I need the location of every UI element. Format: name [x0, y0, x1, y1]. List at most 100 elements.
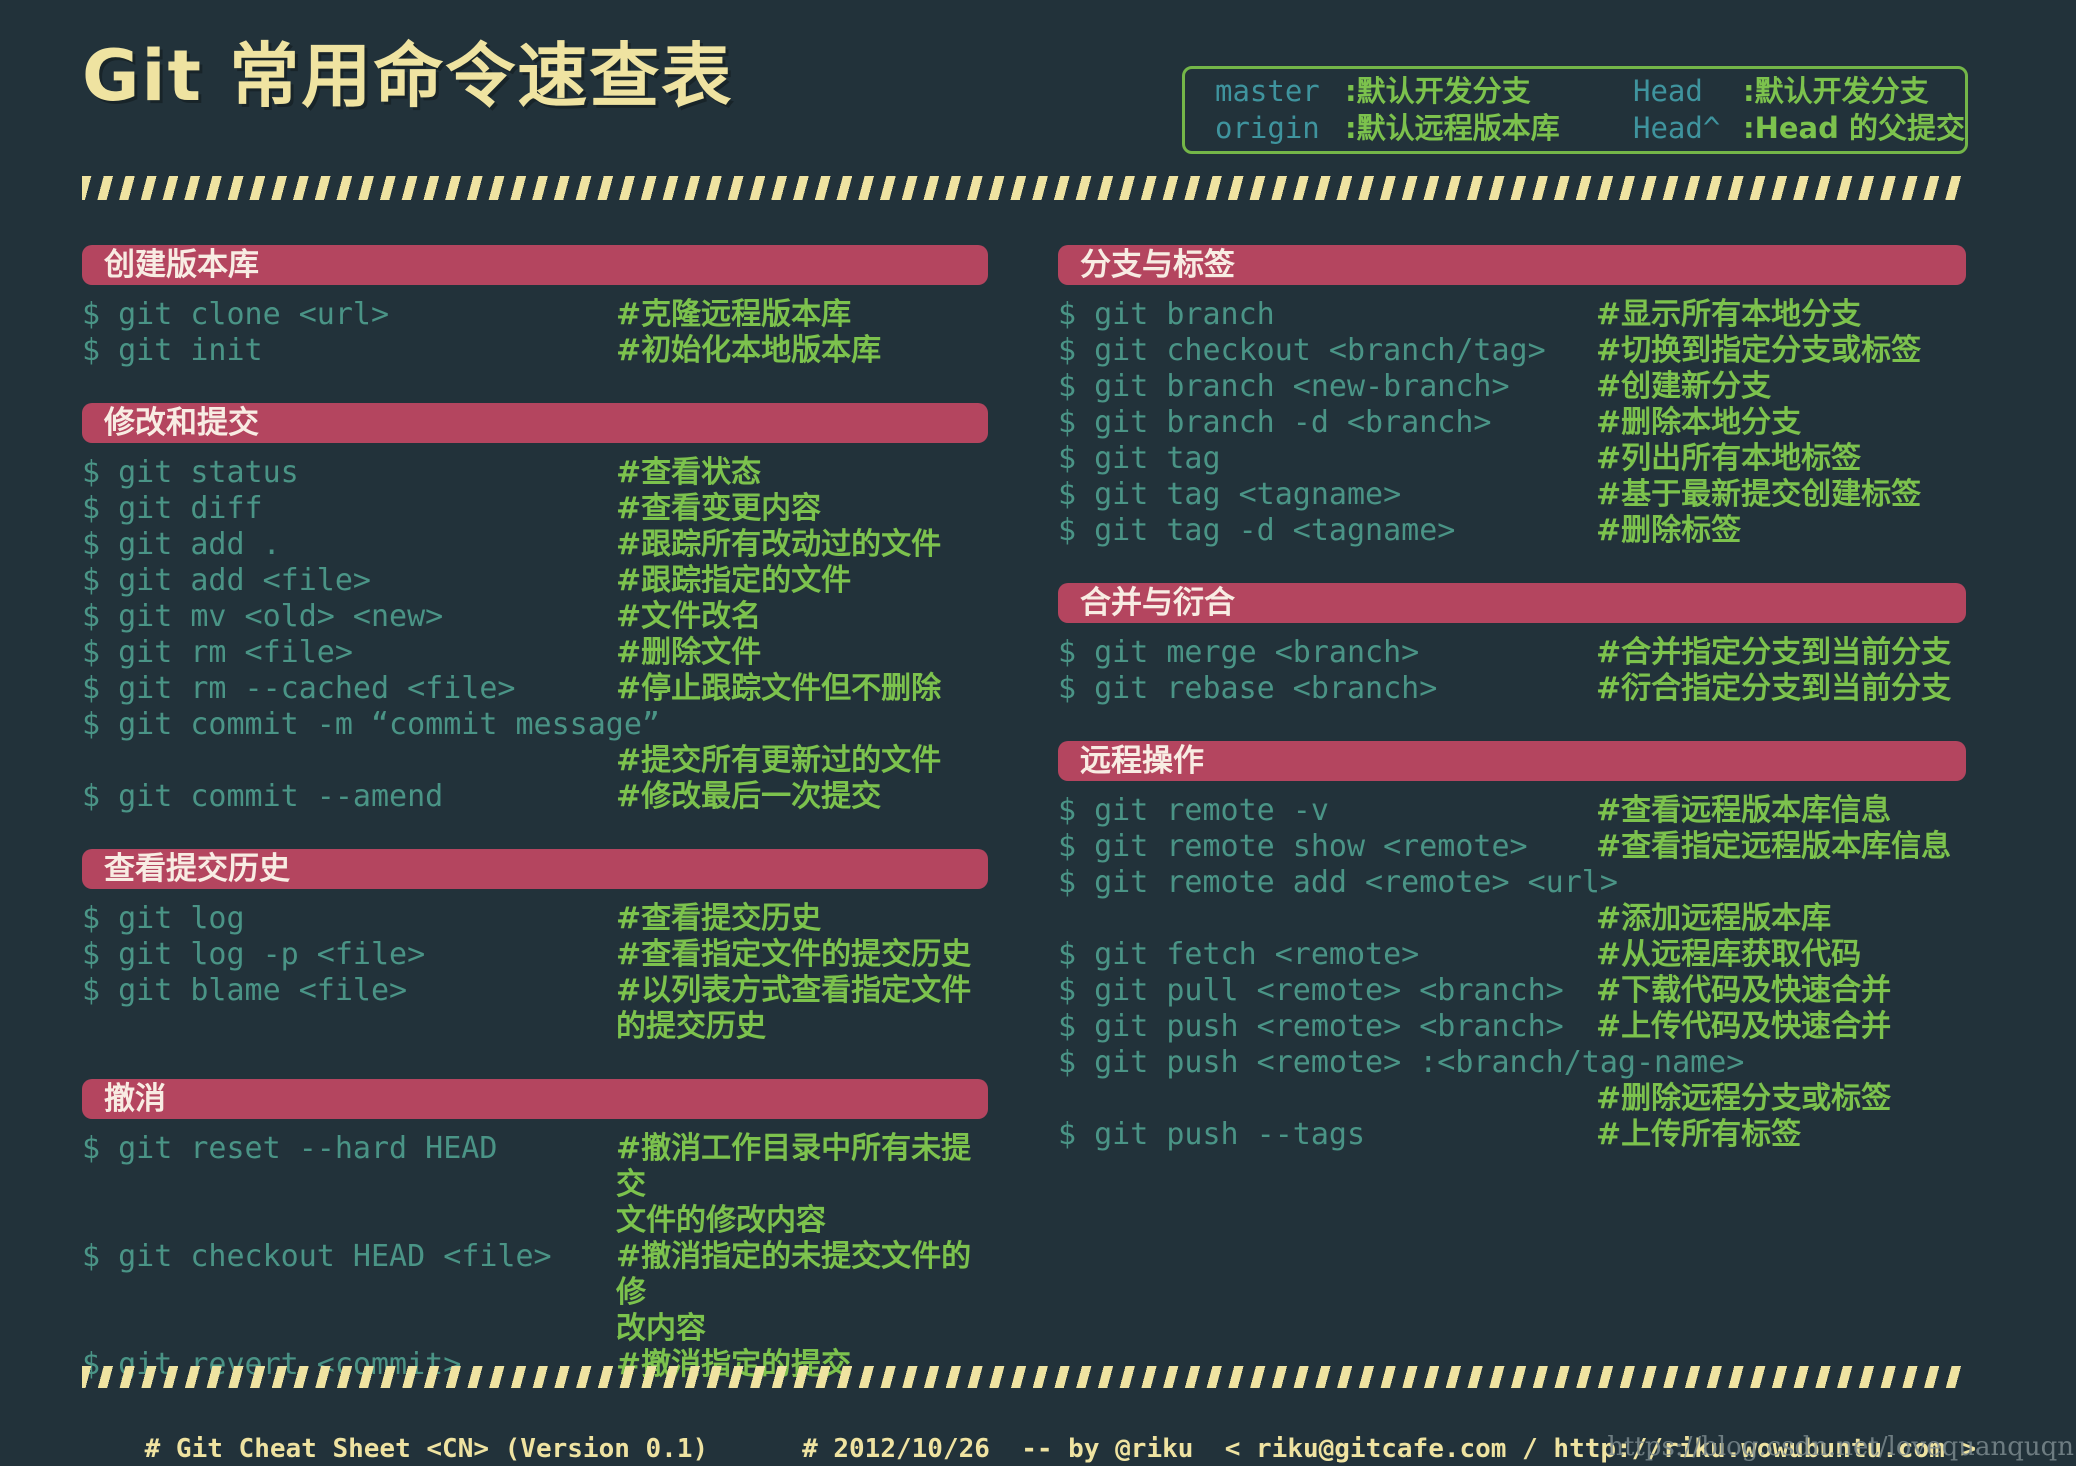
- legend-desc-master: :默认开发分支: [1345, 74, 1531, 108]
- section-create-repo: 创建版本库 $ git clone <url> #克隆远程版本库 $ git init…: [82, 245, 988, 369]
- command-text: $ git commit -m “commit message”: [82, 707, 660, 742]
- comment-text: #删除文件: [616, 635, 762, 670]
- section-remote: 远程操作 $ git remote -v #查看远程版本库信息 $ git remot…: [1058, 741, 1966, 1153]
- section-header-modify-commit: 修改和提交: [82, 403, 988, 443]
- command-text: $ git checkout <branch/tag>: [1058, 333, 1546, 368]
- comment-text: #提交所有更新过的文件: [616, 743, 942, 778]
- legend-desc-origin: :默认远程版本库: [1345, 111, 1560, 145]
- comment-text: #查看指定远程版本库信息: [1596, 829, 1952, 864]
- command-text: $ git branch: [1058, 297, 1275, 332]
- comment-text: #下载代码及快速合并: [1596, 973, 1892, 1008]
- comment-text: #初始化本地版本库: [616, 333, 882, 368]
- stripe-divider-bottom: [82, 1366, 1966, 1388]
- column-left: 创建版本库 $ git clone <url> #克隆远程版本库 $ git init…: [82, 245, 988, 1417]
- command-row: $ git branch #显示所有本地分支: [1058, 297, 1966, 333]
- command-row: $ git blame <file> #以列表方式查看指定文件 的提交历史: [82, 973, 988, 1045]
- command-row: $ git tag -d <tagname> #删除标签: [1058, 513, 1966, 549]
- section-title: 修改和提交: [104, 405, 259, 441]
- section-title: 查看提交历史: [104, 851, 290, 887]
- command-text: $ git fetch <remote>: [1058, 937, 1420, 972]
- section-body: $ git remote -v #查看远程版本库信息 $ git remote sh…: [1058, 793, 1966, 1153]
- command-text: $ git add .: [82, 527, 281, 562]
- command-text: $ git rebase <branch>: [1058, 671, 1438, 706]
- comment-text: #切换到指定分支或标签: [1596, 333, 1922, 368]
- command-row: $ git tag #列出所有本地标签: [1058, 441, 1966, 477]
- command-text: $ git push --tags: [1058, 1117, 1366, 1152]
- command-row: $ git init #初始化本地版本库: [82, 333, 988, 369]
- legend-row: origin :默认远程版本库 Head^ :Head 的父提交: [1215, 110, 1965, 147]
- command-row: $ git tag <tagname> #基于最新提交创建标签: [1058, 477, 1966, 513]
- command-row: $ git add <file> #跟踪指定的文件: [82, 563, 988, 599]
- legend-term-head: Head: [1633, 74, 1703, 108]
- comment-text: #从远程库获取代码: [1596, 937, 1862, 972]
- legend-row: master :默认开发分支 Head :默认开发分支: [1215, 73, 1955, 110]
- command-text: $ git remote show <remote>: [1058, 829, 1528, 864]
- command-text: $ git reset --hard HEAD: [82, 1131, 498, 1166]
- comment-text: #查看变更内容: [616, 491, 822, 526]
- command-text: $ git merge <branch>: [1058, 635, 1420, 670]
- comment-text: #上传所有标签: [1596, 1117, 1802, 1152]
- comment-text: #修改最后一次提交: [616, 779, 882, 814]
- command-text: $ git tag: [1058, 441, 1221, 476]
- command-text: $ git init: [82, 333, 263, 368]
- comment-text: #删除标签: [1596, 513, 1742, 548]
- comment-text: #删除本地分支: [1596, 405, 1802, 440]
- section-undo: 撤消 $ git reset --hard HEAD #撤消工作目录中所有未提交 文…: [82, 1079, 988, 1383]
- command-row: $ git commit --amend #修改最后一次提交: [82, 779, 988, 815]
- git-cheatsheet-page: Git 常用命令速查表 master :默认开发分支 Head :默认开发分支 …: [0, 0, 2076, 1466]
- command-row: $ git remote show <remote> #查看指定远程版本库信息: [1058, 829, 1966, 865]
- command-text: $ git remote add <remote> <url>: [1058, 865, 1618, 900]
- command-text: $ git tag <tagname>: [1058, 477, 1402, 512]
- command-row: $ git mv <old> <new> #文件改名: [82, 599, 988, 635]
- section-header-merge-rebase: 合并与衍合: [1058, 583, 1966, 623]
- command-text: $ git checkout HEAD <file>: [82, 1239, 552, 1274]
- section-view-history: 查看提交历史 $ git log #查看提交历史 $ git log -p <file…: [82, 849, 988, 1045]
- section-header-create-repo: 创建版本库: [82, 245, 988, 285]
- comment-text: #合并指定分支到当前分支: [1596, 635, 1952, 670]
- comment-text: #跟踪所有改动过的文件: [616, 527, 942, 562]
- comment-text: #跟踪指定的文件: [616, 563, 852, 598]
- command-text: $ git add <file>: [82, 563, 371, 598]
- command-text: $ git pull <remote> <branch>: [1058, 973, 1564, 1008]
- command-row: $ git log #查看提交历史: [82, 901, 988, 937]
- command-row: $ git commit -m “commit message”: [82, 707, 988, 743]
- command-row: $ git remote -v #查看远程版本库信息: [1058, 793, 1966, 829]
- command-row: $ git diff #查看变更内容: [82, 491, 988, 527]
- command-row: $ git checkout <branch/tag> #切换到指定分支或标签: [1058, 333, 1966, 369]
- command-row: $ git rebase <branch> #衍合指定分支到当前分支: [1058, 671, 1966, 707]
- comment-text: #查看提交历史: [616, 901, 822, 936]
- command-text: $ git diff: [82, 491, 263, 526]
- section-branch-tag: 分支与标签 $ git branch #显示所有本地分支 $ git checkout…: [1058, 245, 1966, 549]
- section-title: 撤消: [104, 1081, 166, 1117]
- command-row: $ git branch <new-branch> #创建新分支: [1058, 369, 1966, 405]
- section-merge-rebase: 合并与衍合 $ git merge <branch> #合并指定分支到当前分支 $ g…: [1058, 583, 1966, 707]
- legend-desc-head-parent: :Head 的父提交: [1743, 111, 1965, 145]
- command-text: $ git log -p <file>: [82, 937, 426, 972]
- command-text: $ git blame <file>: [82, 973, 408, 1008]
- command-row: $ git status #查看状态: [82, 455, 988, 491]
- command-row: $ git push <remote> <branch> #上传代码及快速合并: [1058, 1009, 1966, 1045]
- command-text: $ git remote -v: [1058, 793, 1329, 828]
- legend-term-origin: origin: [1215, 111, 1320, 145]
- command-text: $ git push <remote> <branch>: [1058, 1009, 1564, 1044]
- comment-text: #查看状态: [616, 455, 762, 490]
- section-header-remote: 远程操作: [1058, 741, 1966, 781]
- comment-text: #创建新分支: [1596, 369, 1772, 404]
- command-row: $ git push --tags #上传所有标签: [1058, 1117, 1966, 1153]
- comment-text: #文件改名: [616, 599, 762, 634]
- command-text: $ git clone <url>: [82, 297, 390, 332]
- section-body: $ git branch #显示所有本地分支 $ git checkout <bra…: [1058, 297, 1966, 549]
- command-text: $ git branch <new-branch>: [1058, 369, 1510, 404]
- command-row: $ git branch -d <branch> #删除本地分支: [1058, 405, 1966, 441]
- comment-text: #上传代码及快速合并: [1596, 1009, 1892, 1044]
- command-text: $ git rm --cached <file>: [82, 671, 516, 706]
- watermark: https://blog.csdn.net/lovequanquqn: [1607, 1432, 2074, 1462]
- comment-text: #显示所有本地分支: [1596, 297, 1862, 332]
- comment-text: #添加远程版本库: [1596, 901, 1832, 936]
- command-row: $ git rm --cached <file> #停止跟踪文件但不删除: [82, 671, 988, 707]
- comment-text: #删除远程分支或标签: [1596, 1081, 1892, 1116]
- comment-text: #查看指定文件的提交历史: [616, 937, 972, 972]
- page-title: Git 常用命令速查表: [82, 35, 734, 117]
- command-row: $ git push <remote> :<branch/tag-name>: [1058, 1045, 1966, 1081]
- command-text: $ git tag -d <tagname>: [1058, 513, 1456, 548]
